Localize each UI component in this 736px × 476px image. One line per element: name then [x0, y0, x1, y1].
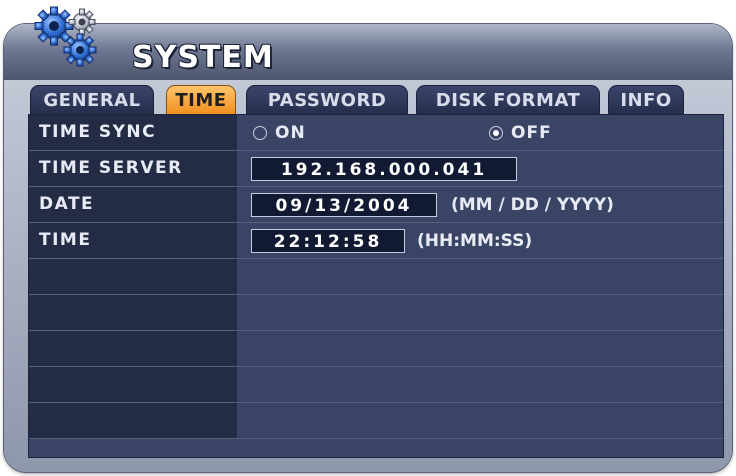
empty-label-cell [29, 367, 237, 402]
time-server-label: TIME SERVER [29, 151, 237, 186]
row-time-sync: TIME SYNC ON OFF [29, 115, 723, 151]
time-sync-off-label: OFF [511, 123, 552, 143]
time-sync-value: ON OFF [237, 115, 723, 150]
empty-label-cell [29, 403, 237, 438]
empty-row [29, 367, 723, 403]
radio-selected-icon [489, 126, 503, 140]
empty-label-cell [29, 331, 237, 366]
empty-row [29, 403, 723, 439]
date-label: DATE [29, 187, 237, 222]
empty-value-cell [237, 367, 723, 402]
gears-icon [34, 6, 97, 67]
time-sync-label: TIME SYNC [29, 115, 237, 150]
tab-time[interactable]: TIME [166, 85, 236, 115]
window-title: SYSTEM [132, 40, 274, 75]
empty-label-cell [29, 295, 237, 330]
radio-unselected-icon [253, 126, 267, 140]
empty-value-cell [237, 295, 723, 330]
date-field[interactable]: 09/13/2004 [251, 193, 437, 217]
time-sync-on-label: ON [275, 123, 306, 143]
row-time-server: TIME SERVER 192.168.000.041 [29, 151, 723, 187]
time-field[interactable]: 22:12:58 [251, 229, 405, 253]
empty-value-cell [237, 259, 723, 294]
tab-info[interactable]: INFO [608, 85, 684, 115]
empty-row [29, 295, 723, 331]
title-bar: SYSTEM [4, 24, 732, 80]
row-time: TIME 22:12:58 (HH:MM:SS) [29, 223, 723, 259]
tab-general[interactable]: GENERAL [30, 85, 154, 115]
tab-disk-format[interactable]: DISK FORMAT [416, 85, 600, 115]
empty-value-cell [237, 331, 723, 366]
time-sync-on-radio[interactable]: ON [253, 124, 306, 142]
date-value: 09/13/2004 (MM / DD / YYYY) [237, 187, 723, 222]
empty-value-cell [237, 403, 723, 438]
date-format-hint: (MM / DD / YYYY) [451, 195, 614, 215]
time-format-hint: (HH:MM:SS) [417, 231, 533, 251]
time-value: 22:12:58 (HH:MM:SS) [237, 223, 723, 258]
empty-row [29, 259, 723, 295]
empty-label-cell [29, 259, 237, 294]
system-window: SYSTEM GENERAL TIME PASSWORD DISK FORMAT… [4, 24, 732, 472]
time-server-value: 192.168.000.041 [237, 151, 723, 186]
time-server-field[interactable]: 192.168.000.041 [251, 157, 517, 181]
time-sync-off-radio[interactable]: OFF [489, 124, 552, 142]
settings-panel: TIME SYNC ON OFF TIME SERVER 192.168.000… [28, 114, 724, 458]
time-label: TIME [29, 223, 237, 258]
empty-row [29, 331, 723, 367]
row-date: DATE 09/13/2004 (MM / DD / YYYY) [29, 187, 723, 223]
tab-password[interactable]: PASSWORD [246, 85, 408, 115]
